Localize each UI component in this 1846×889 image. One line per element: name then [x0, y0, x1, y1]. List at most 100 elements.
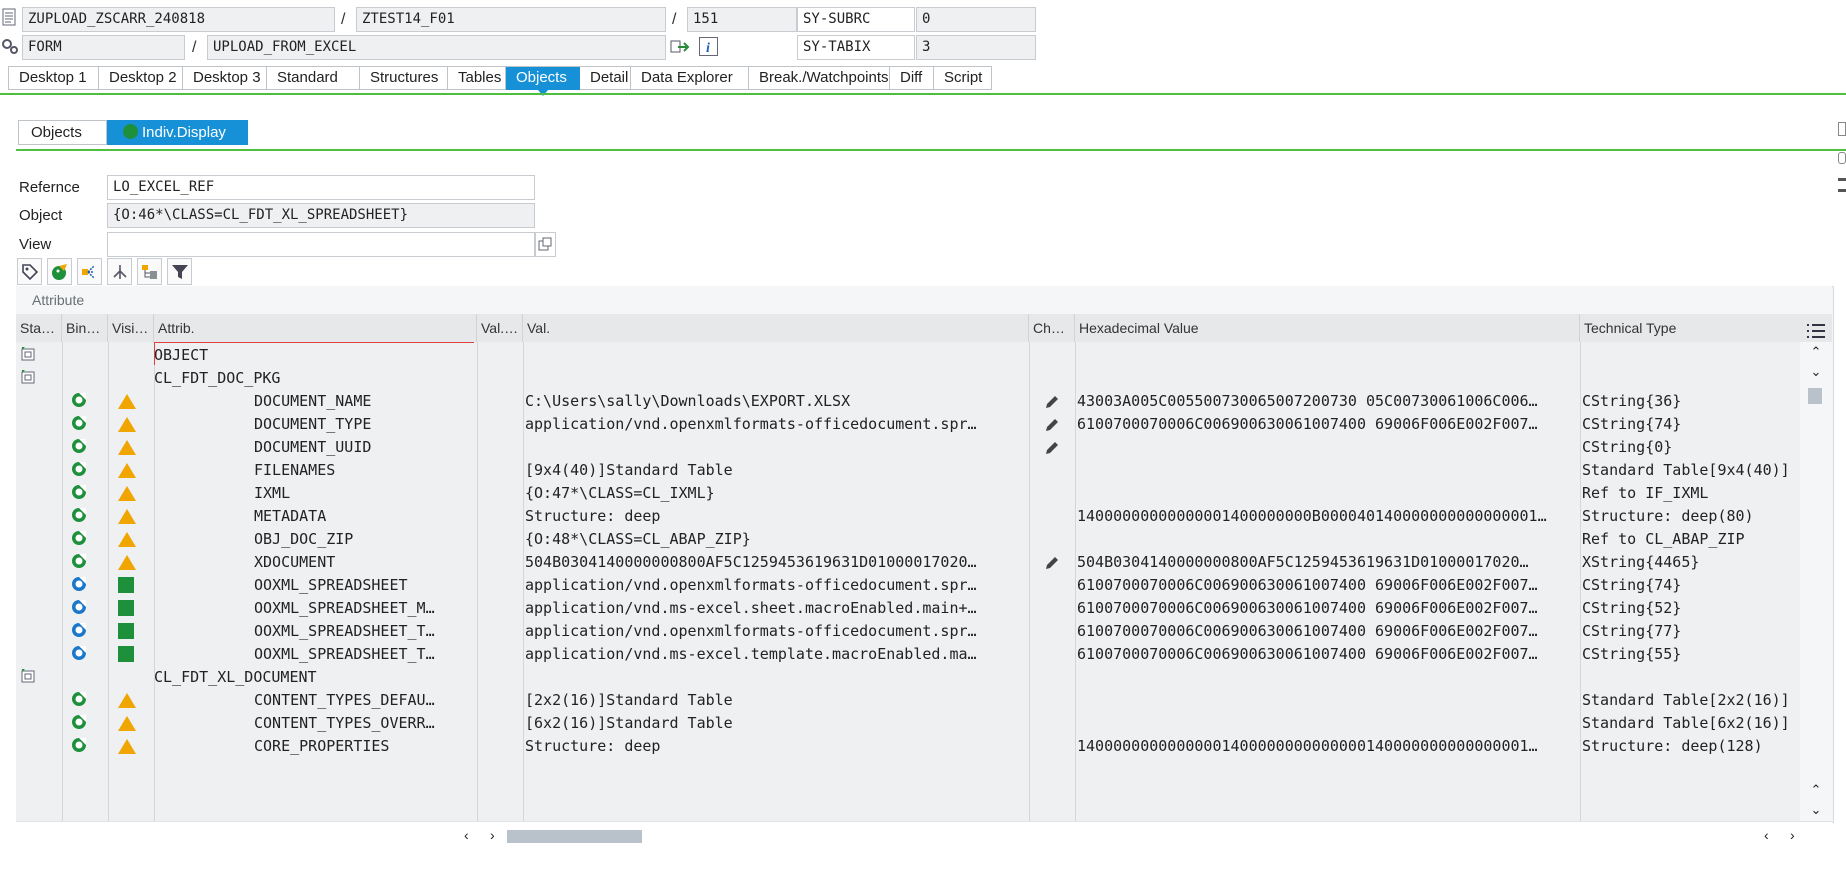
scroll-down-icon[interactable]: ⌄ — [1808, 364, 1824, 380]
col-hex[interactable]: Hexadecimal Value — [1075, 314, 1580, 342]
split-icon[interactable] — [107, 258, 132, 285]
side-settings-icon[interactable] — [1838, 152, 1846, 164]
table-row[interactable]: CL_FDT_XL_DOCUMENT — [16, 664, 1800, 687]
subtab-underline — [16, 149, 1846, 151]
column-settings-icon[interactable] — [1806, 320, 1826, 338]
view-input[interactable] — [107, 232, 535, 257]
scroll-up-icon[interactable]: ⌃ — [1808, 782, 1824, 798]
table-row[interactable]: OBJECT — [16, 342, 1800, 365]
subtab-indiv-display[interactable]: Indiv.Display — [107, 120, 248, 145]
hierarchy-icon[interactable] — [77, 258, 102, 285]
tab-standard[interactable]: Standard — [267, 67, 360, 90]
separator: / — [341, 11, 346, 28]
scroll-down-icon[interactable]: ⌄ — [1808, 802, 1824, 818]
col-status[interactable]: Sta… — [16, 314, 62, 342]
tab-structures[interactable]: Structures — [360, 67, 448, 90]
table-row[interactable]: IXML {O:47*\CLASS=CL_IXML} Ref to IF_IXML — [16, 480, 1800, 503]
reference-label: Refernce — [19, 179, 80, 196]
col-visibility[interactable]: Visi… — [108, 314, 154, 342]
col-binding[interactable]: Bin… — [62, 314, 108, 342]
col-change[interactable]: Ch… — [1029, 314, 1075, 342]
scroll-left-icon[interactable]: ‹ — [1764, 827, 1769, 843]
reference-input[interactable]: LO_EXCEL_REF — [107, 175, 535, 200]
filter-icon[interactable] — [167, 258, 192, 285]
scroll-right-icon[interactable]: › — [490, 827, 495, 843]
navigate-icon[interactable] — [670, 38, 690, 56]
tab-data-explorer[interactable]: Data Explorer — [631, 67, 749, 90]
table-row[interactable]: FILENAMES [9x4(40)]Standard Table Standard… — [16, 457, 1800, 480]
view-popup-icon[interactable] — [535, 232, 556, 257]
scroll-right-icon[interactable]: › — [1790, 827, 1795, 843]
side-list-icon[interactable] — [1838, 178, 1846, 192]
tab-desktop-2[interactable]: Desktop 2 — [99, 67, 183, 90]
col-attrib[interactable]: Attrib. — [154, 314, 477, 342]
instance-attribute-icon — [70, 733, 94, 760]
scroll-up-icon[interactable]: ⌃ — [1808, 344, 1824, 360]
tab-objects[interactable]: Objects — [506, 67, 580, 96]
table-row[interactable]: CL_FDT_DOC_PKG — [16, 365, 1800, 388]
tab-diff[interactable]: Diff — [890, 67, 934, 90]
view-label: View — [19, 236, 52, 253]
event-name-field[interactable]: UPLOAD_FROM_EXCEL — [207, 35, 666, 60]
col-val[interactable]: Val. — [523, 314, 1029, 342]
sy-subrc-value[interactable]: 0 — [916, 7, 1036, 32]
table-row[interactable]: OOXML_SPREADSHEET application/vnd.openxml… — [16, 572, 1800, 595]
tree-icon[interactable] — [137, 258, 162, 285]
sy-tabix-label: SY-TABIX — [797, 35, 915, 60]
table-row[interactable]: CORE_PROPERTIES Structure: deep 1400000000… — [16, 733, 1800, 756]
subtab-label: Indiv.Display — [142, 124, 226, 141]
event-type-field[interactable]: FORM — [22, 35, 185, 60]
hex-value: 1400000000000000140000000000000014000000… — [1077, 737, 1538, 755]
side-panel-icon[interactable] — [1838, 122, 1846, 136]
tab-desktop-3[interactable]: Desktop 3 — [183, 67, 267, 90]
gears-icon — [1, 37, 19, 55]
vertical-scrollbar[interactable]: ⌃ ⌄ ⌃ ⌄ — [1800, 342, 1832, 821]
horizontal-scrollbar[interactable]: ‹ › ‹ › — [16, 821, 1832, 850]
object-value: {O:46*\CLASS=CL_FDT_XL_SPREADSHEET} — [107, 203, 535, 228]
separator: / — [672, 11, 677, 28]
sy-tabix-value[interactable]: 3 — [916, 35, 1036, 60]
table-row[interactable]: CONTENT_TYPES_DEFAU… [2x2(16)]Standard Ta… — [16, 687, 1800, 710]
table-row[interactable]: DOCUMENT_NAME C:\Users\sally\Downloads\EX… — [16, 388, 1800, 411]
table-row[interactable]: OOXML_SPREADSHEET_M… application/vnd.ms-e… — [16, 595, 1800, 618]
object-label: Object — [19, 207, 63, 224]
subtab-objects[interactable]: Objects — [18, 120, 107, 145]
scroll-left-icon[interactable]: ‹ — [464, 827, 469, 843]
tab-detail[interactable]: Detail — [580, 67, 631, 90]
private-visibility-icon — [118, 733, 142, 760]
tab-tables[interactable]: Tables — [448, 67, 506, 90]
attribute-value[interactable]: Structure: deep — [525, 733, 1027, 760]
table-row[interactable]: OOXML_SPREADSHEET_T… application/vnd.open… — [16, 618, 1800, 641]
technical-type: Structure: deep(128) — [1582, 737, 1763, 755]
scroll-thumb-horizontal[interactable] — [507, 830, 642, 843]
include-field[interactable]: ZTEST14_F01 — [356, 7, 666, 32]
sy-subrc-label: SY-SUBRC — [797, 7, 915, 32]
parrot-icon[interactable] — [47, 258, 72, 285]
status-dot-icon — [123, 124, 138, 139]
table-row[interactable]: DOCUMENT_UUID CString{0} — [16, 434, 1800, 457]
line-field[interactable]: 151 — [687, 7, 797, 32]
col-valtype[interactable]: Val.… — [477, 314, 523, 342]
table-row[interactable]: OOXML_SPREADSHEET_T… application/vnd.ms-e… — [16, 641, 1800, 664]
table-row[interactable]: OBJ_DOC_ZIP {O:48*\CLASS=CL_ABAP_ZIP} Ref … — [16, 526, 1800, 549]
program-icon — [2, 8, 16, 26]
attribute-name: CORE_PROPERTIES — [254, 737, 390, 755]
table-row[interactable]: XDOCUMENT 504B0304140000000800AF5C1259453… — [16, 549, 1800, 572]
table-row[interactable]: DOCUMENT_TYPE application/vnd.openxmlform… — [16, 411, 1800, 434]
info-icon[interactable]: i — [699, 37, 718, 56]
table-row[interactable]: CONTENT_TYPES_OVERR… [6x2(16)]Standard Ta… — [16, 710, 1800, 733]
main-tabstrip: Desktop 1 Desktop 2 Desktop 3 Standard Struc… — [8, 66, 992, 96]
program-field[interactable]: ZUPLOAD_ZSCARR_240818 — [22, 7, 335, 32]
grid-header: Sta… Bin… Visi… Attrib. Val.… Val. Ch… H… — [16, 314, 1832, 343]
tab-desktop-1[interactable]: Desktop 1 — [8, 67, 99, 90]
tab-break-watchpoints[interactable]: Break./Watchpoints — [749, 67, 890, 90]
tab-script[interactable]: Script — [934, 67, 992, 90]
tab-underline — [0, 93, 1846, 95]
svg-text:i: i — [706, 41, 710, 55]
col-techtype[interactable]: Technical Type — [1580, 314, 1806, 342]
tag-icon[interactable] — [17, 258, 42, 285]
cell-selection-marker — [154, 342, 474, 365]
table-row[interactable]: METADATA Structure: deep 14000000000000001… — [16, 503, 1800, 526]
scroll-thumb[interactable] — [1808, 388, 1822, 404]
grid-body: OBJECT CL_FDT_DOC_PKG DOCUMENT_NAME C:\User… — [16, 342, 1800, 821]
